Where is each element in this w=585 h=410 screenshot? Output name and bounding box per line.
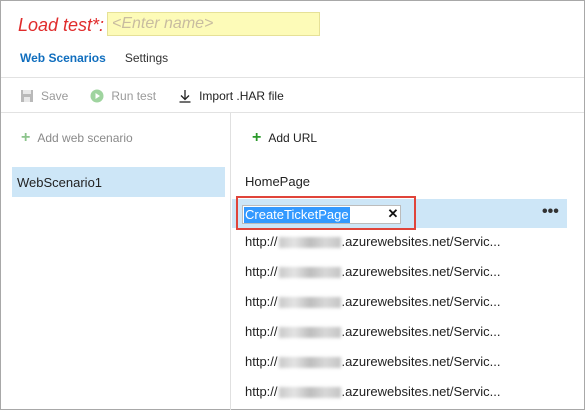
redacted-host <box>278 297 341 309</box>
url-item[interactable]: http:// .azurewebsites.net/Servic... <box>245 324 501 339</box>
url-item-homepage[interactable]: HomePage <box>245 174 310 189</box>
redacted-host <box>278 267 341 279</box>
redacted-host <box>278 387 341 399</box>
redacted-host <box>278 327 341 339</box>
url-prefix: http:// <box>245 264 278 279</box>
url-suffix: .azurewebsites.net/Servic... <box>341 324 501 339</box>
url-item[interactable]: http:// .azurewebsites.net/Servic... <box>245 384 501 399</box>
name-input[interactable] <box>107 12 320 36</box>
app-window: Load test*: Web Scenarios Settings Save … <box>0 0 585 410</box>
add-web-scenario-button[interactable]: + Add web scenario <box>21 129 133 146</box>
highlight-box <box>236 196 416 230</box>
plus-icon: + <box>252 129 262 146</box>
url-suffix: .azurewebsites.net/Servic... <box>341 384 501 399</box>
url-item[interactable]: http:// .azurewebsites.net/Servic... <box>245 354 501 369</box>
play-icon <box>90 89 104 103</box>
add-url-button[interactable]: + Add URL <box>252 129 318 146</box>
redacted-host <box>278 357 341 369</box>
page-title: Load test*: <box>18 14 105 35</box>
tab-web-scenarios[interactable]: Web Scenarios <box>20 51 106 69</box>
save-icon <box>20 89 34 103</box>
redacted-host <box>278 237 341 249</box>
url-item[interactable]: http:// .azurewebsites.net/Servic... <box>245 294 501 309</box>
run-test-button[interactable]: Run test <box>90 89 156 103</box>
url-suffix: .azurewebsites.net/Servic... <box>341 264 501 279</box>
import-har-label: Import .HAR file <box>199 89 284 103</box>
header-divider <box>1 77 584 78</box>
tab-bar: Web Scenarios Settings <box>20 51 187 69</box>
more-options-icon[interactable]: ••• <box>542 204 559 220</box>
download-icon <box>178 89 192 103</box>
pane-divider <box>230 113 231 410</box>
url-prefix: http:// <box>245 324 278 339</box>
add-web-scenario-label: Add web scenario <box>37 131 133 145</box>
url-item[interactable]: http:// .azurewebsites.net/Servic... <box>245 234 501 249</box>
add-url-label: Add URL <box>268 131 318 145</box>
url-prefix: http:// <box>245 384 278 399</box>
toolbar-divider <box>1 112 584 113</box>
scrollbar[interactable] <box>572 113 584 409</box>
toolbar: Save Run test Import .HAR file <box>20 89 306 103</box>
save-button[interactable]: Save <box>20 89 68 103</box>
url-suffix: .azurewebsites.net/Servic... <box>341 234 501 249</box>
save-label: Save <box>41 89 69 103</box>
import-har-button[interactable]: Import .HAR file <box>178 89 284 103</box>
url-suffix: .azurewebsites.net/Servic... <box>341 294 501 309</box>
url-suffix: .azurewebsites.net/Servic... <box>341 354 501 369</box>
run-test-label: Run test <box>111 89 157 103</box>
url-item[interactable]: http:// .azurewebsites.net/Servic... <box>245 264 501 279</box>
title-row: Load test*: <box>18 11 104 39</box>
url-prefix: http:// <box>245 234 278 249</box>
tab-settings[interactable]: Settings <box>125 51 168 69</box>
url-prefix: http:// <box>245 354 278 369</box>
plus-icon: + <box>21 129 31 146</box>
url-prefix: http:// <box>245 294 278 309</box>
scenario-item[interactable]: WebScenario1 <box>12 167 225 197</box>
